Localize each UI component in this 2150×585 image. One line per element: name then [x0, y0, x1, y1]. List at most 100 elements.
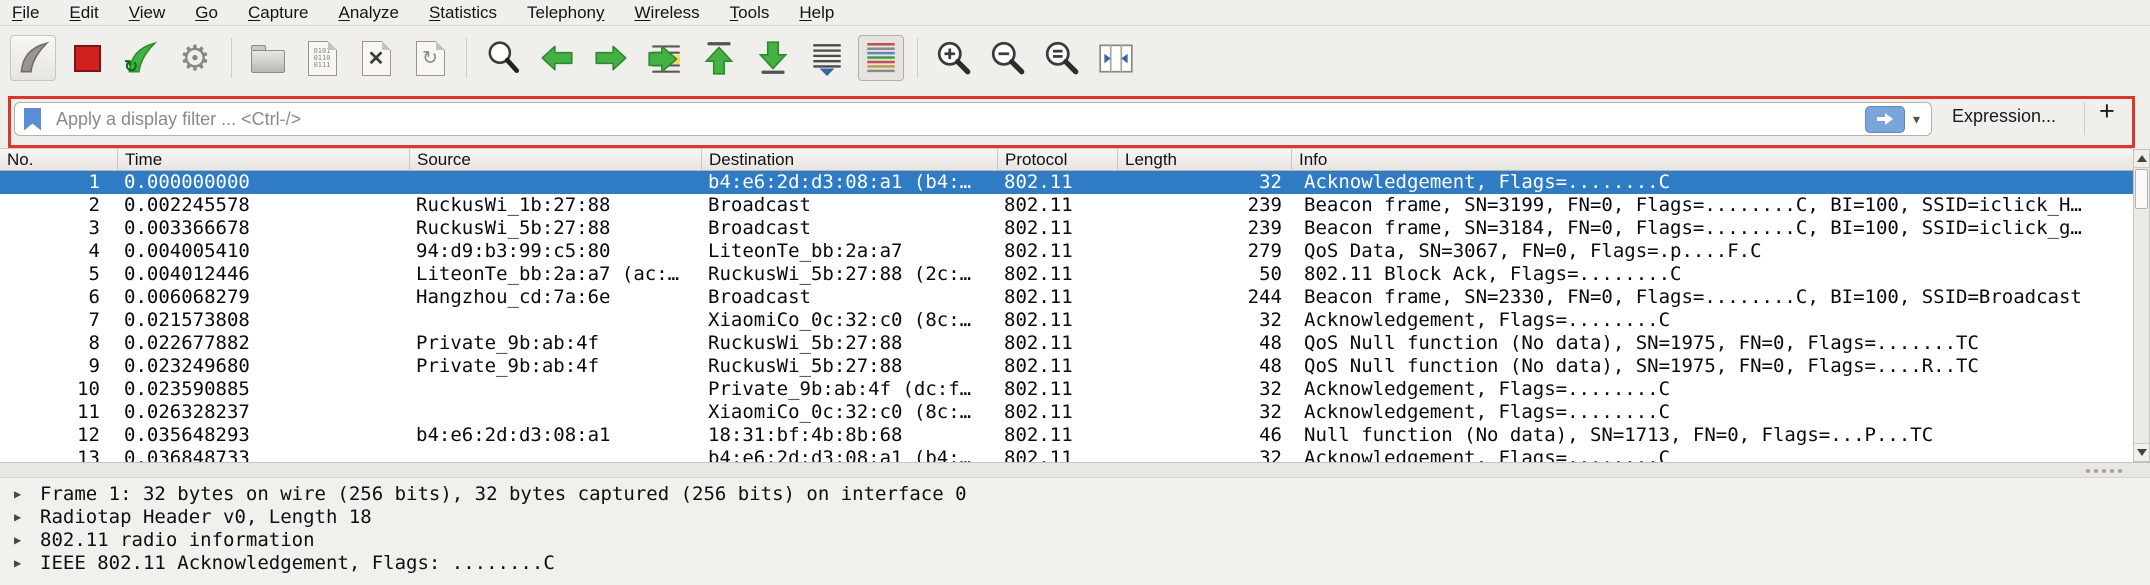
cell-destination: RuckusWi_5b:27:88 — [702, 355, 998, 378]
cell-no: 4 — [0, 240, 118, 263]
column-header-destination[interactable]: Destination — [702, 149, 998, 170]
cell-length: 48 — [1118, 332, 1292, 355]
cell-info: QoS Null function (No data), SN=1975, FN… — [1292, 332, 2133, 355]
menu-view[interactable]: View — [129, 3, 166, 23]
display-filter-input[interactable]: Apply a display filter ... <Ctrl-/> ▾ — [14, 102, 1932, 136]
cell-destination: XiaomiCo_0c:32:c0 (8c:… — [702, 401, 998, 424]
cell-destination: Broadcast — [702, 194, 998, 217]
cell-destination: Broadcast — [702, 286, 998, 309]
colorize-packets-icon[interactable] — [858, 35, 904, 81]
cell-destination: Broadcast — [702, 217, 998, 240]
expander-icon[interactable]: ▶ — [14, 552, 40, 575]
cell-info: Beacon frame, SN=2330, FN=0, Flags=.....… — [1292, 286, 2133, 309]
cell-no: 5 — [0, 263, 118, 286]
packet-row-4[interactable]: 40.00400541094:d9:b3:99:c5:80LiteonTe_bb… — [0, 240, 2133, 263]
cell-no: 6 — [0, 286, 118, 309]
cell-protocol: 802.11 — [998, 378, 1118, 401]
go-back-icon[interactable] — [534, 35, 580, 81]
restart-capture-icon[interactable]: ↻ — [118, 35, 164, 81]
find-packet-icon[interactable] — [480, 35, 526, 81]
scrollbar-thumb[interactable] — [2135, 169, 2148, 209]
add-filter-button[interactable]: + — [2099, 96, 2115, 127]
expander-icon[interactable]: ▶ — [14, 506, 40, 529]
cell-info: Acknowledgement, Flags=........C — [1292, 309, 2133, 332]
cell-protocol: 802.11 — [998, 401, 1118, 424]
packet-row-11[interactable]: 110.026328237XiaomiCo_0c:32:c0 (8c:…802.… — [0, 401, 2133, 424]
menu-go[interactable]: Go — [195, 3, 218, 23]
column-header-length[interactable]: Length — [1118, 149, 1292, 170]
cell-destination: LiteonTe_bb:2a:a7 — [702, 240, 998, 263]
cell-source — [410, 447, 702, 463]
menu-analyze[interactable]: Analyze — [338, 3, 398, 23]
resize-columns-icon[interactable] — [1093, 35, 1139, 81]
packet-row-7[interactable]: 70.021573808XiaomiCo_0c:32:c0 (8c:…802.1… — [0, 309, 2133, 332]
detail-line-4[interactable]: ▶IEEE 802.11 Acknowledgement, Flags: ...… — [0, 552, 2150, 575]
close-file-icon[interactable]: ✕ — [353, 35, 399, 81]
cell-length: 48 — [1118, 355, 1292, 378]
apply-filter-button[interactable] — [1865, 106, 1905, 133]
column-header-info[interactable]: Info — [1292, 149, 2133, 170]
menu-wireless[interactable]: Wireless — [635, 3, 700, 23]
cell-time: 0.003366678 — [118, 217, 410, 240]
menu-telephony[interactable]: Telephony — [527, 3, 605, 23]
packet-row-10[interactable]: 100.023590885Private_9b:ab:4f (dc:f…802.… — [0, 378, 2133, 401]
pane-splitter[interactable] — [0, 462, 2150, 478]
menu-edit[interactable]: Edit — [69, 3, 98, 23]
cell-info: Null function (No data), SN=1713, FN=0, … — [1292, 424, 2133, 447]
capture-options-icon[interactable]: ⚙ — [172, 35, 218, 81]
menu-tools[interactable]: Tools — [730, 3, 770, 23]
packet-list-scrollbar[interactable] — [2133, 149, 2150, 462]
column-header-protocol[interactable]: Protocol — [998, 149, 1118, 170]
packet-row-3[interactable]: 30.003366678RuckusWi_5b:27:88Broadcast80… — [0, 217, 2133, 240]
packet-row-5[interactable]: 50.004012446LiteonTe_bb:2a:a7 (ac:…Rucku… — [0, 263, 2133, 286]
cell-protocol: 802.11 — [998, 355, 1118, 378]
packet-row-2[interactable]: 20.002245578RuckusWi_1b:27:88Broadcast80… — [0, 194, 2133, 217]
expression-button[interactable]: Expression... — [1952, 106, 2056, 127]
detail-line-1[interactable]: ▶Frame 1: 32 bytes on wire (256 bits), 3… — [0, 483, 2150, 506]
detail-line-text: Frame 1: 32 bytes on wire (256 bits), 32… — [40, 483, 967, 506]
packet-row-1[interactable]: 10.000000000b4:e6:2d:d3:08:a1 (b4:…802.1… — [0, 171, 2133, 194]
column-header-time[interactable]: Time — [118, 149, 410, 170]
column-header-no[interactable]: No. — [0, 149, 118, 170]
expander-icon[interactable]: ▶ — [14, 483, 40, 506]
column-header-source[interactable]: Source — [410, 149, 702, 170]
scroll-up-button[interactable] — [2134, 150, 2149, 168]
packet-row-8[interactable]: 80.022677882Private_9b:ab:4fRuckusWi_5b:… — [0, 332, 2133, 355]
zoom-original-icon[interactable] — [1039, 35, 1085, 81]
cell-no: 7 — [0, 309, 118, 332]
cell-protocol: 802.11 — [998, 194, 1118, 217]
cell-info: Acknowledgement, Flags=........C — [1292, 171, 2133, 194]
stop-capture-icon[interactable] — [64, 35, 110, 81]
menu-file[interactable]: File — [12, 3, 39, 23]
cell-info: QoS Data, SN=3067, FN=0, Flags=.p....F.C — [1292, 240, 2133, 263]
menu-capture[interactable]: Capture — [248, 3, 308, 23]
filter-dropdown-caret[interactable]: ▾ — [1913, 111, 1920, 128]
auto-scroll-icon[interactable] — [804, 35, 850, 81]
cell-source: RuckusWi_5b:27:88 — [410, 217, 702, 240]
go-first-packet-icon[interactable] — [696, 35, 742, 81]
detail-line-3[interactable]: ▶802.11 radio information — [0, 529, 2150, 552]
packet-row-12[interactable]: 120.035648293b4:e6:2d:d3:08:a118:31:bf:4… — [0, 424, 2133, 447]
start-capture-icon[interactable] — [10, 35, 56, 81]
detail-line-2[interactable]: ▶Radiotap Header v0, Length 18 — [0, 506, 2150, 529]
zoom-out-icon[interactable] — [985, 35, 1031, 81]
packet-row-9[interactable]: 90.023249680Private_9b:ab:4fRuckusWi_5b:… — [0, 355, 2133, 378]
filter-bookmark-icon[interactable] — [24, 108, 41, 131]
packet-row-13[interactable]: 130.036848733b4:e6:2d:d3:08:a1 (b4:…802.… — [0, 447, 2133, 463]
cell-info: 802.11 Block Ack, Flags=........C — [1292, 263, 2133, 286]
reload-file-icon[interactable]: ↻ — [407, 35, 453, 81]
go-last-packet-icon[interactable] — [750, 35, 796, 81]
save-file-icon[interactable]: 0101 0110 0111 — [299, 35, 345, 81]
packet-list: 10.000000000b4:e6:2d:d3:08:a1 (b4:…802.1… — [0, 171, 2133, 463]
packet-row-6[interactable]: 60.006068279Hangzhou_cd:7a:6eBroadcast80… — [0, 286, 2133, 309]
scroll-down-button[interactable] — [2134, 443, 2149, 461]
go-to-packet-icon[interactable] — [642, 35, 688, 81]
cell-protocol: 802.11 — [998, 217, 1118, 240]
cell-source — [410, 309, 702, 332]
menu-statistics[interactable]: Statistics — [429, 3, 497, 23]
go-forward-icon[interactable] — [588, 35, 634, 81]
zoom-in-icon[interactable] — [931, 35, 977, 81]
open-file-icon[interactable] — [245, 35, 291, 81]
expander-icon[interactable]: ▶ — [14, 529, 40, 552]
menu-help[interactable]: Help — [799, 3, 834, 23]
